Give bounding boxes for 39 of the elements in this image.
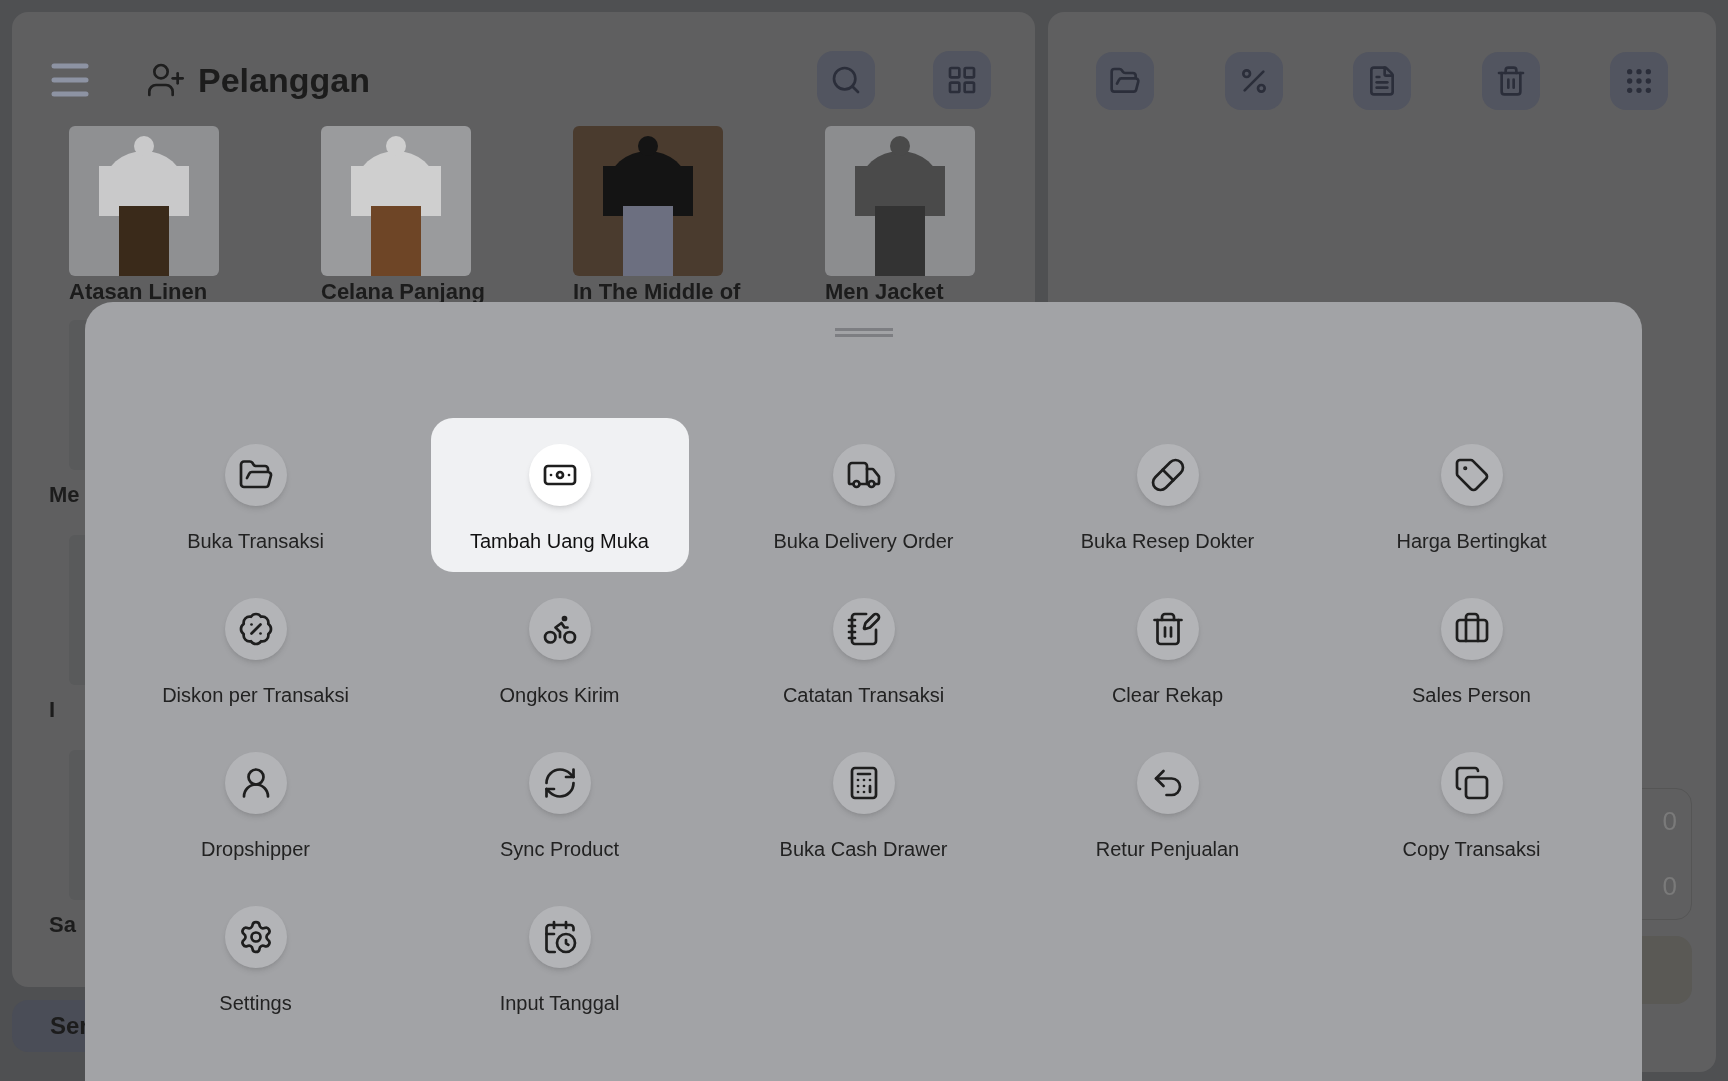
search-button[interactable] — [817, 51, 875, 109]
menu-item[interactable]: Buka Transaksi — [126, 418, 385, 572]
product-name: Celana Panjang — [321, 278, 485, 306]
search-icon — [830, 64, 862, 96]
menu-item[interactable]: Catatan Transaksi — [734, 572, 993, 726]
drag-handle[interactable] — [834, 328, 893, 337]
discount-tag-icon — [237, 611, 274, 647]
menu-item[interactable]: Retur Penjualan — [1038, 726, 1297, 880]
product-name: Men Jacket — [825, 278, 944, 306]
trash-button[interactable] — [1481, 52, 1540, 110]
copy-icon — [1453, 765, 1490, 801]
menu-item[interactable]: Settings — [126, 880, 385, 1034]
menu-item[interactable]: Buka Resep Dokter — [1038, 418, 1297, 572]
scan-icon — [946, 64, 978, 96]
scan-button[interactable] — [933, 51, 991, 109]
menu-item[interactable]: Input Tanggal — [430, 880, 689, 1034]
menu-item[interactable]: Clear Rekap — [1038, 572, 1297, 726]
menu-item[interactable]: Dropshipper — [126, 726, 385, 880]
menu-item[interactable]: Ongkos Kirim — [430, 572, 689, 726]
product-name: In The Middle of — [573, 278, 741, 306]
more-button[interactable] — [1610, 52, 1668, 110]
menu-item[interactable]: Copy Transaksi — [1342, 726, 1601, 880]
note-button[interactable] — [1353, 52, 1411, 110]
menu-item[interactable]: Tambah Uang Muka — [430, 418, 689, 572]
discount-button[interactable] — [1224, 52, 1283, 110]
price-tag-icon — [1453, 457, 1490, 493]
note-icon — [845, 611, 882, 647]
open-folder-button[interactable] — [1096, 52, 1154, 110]
menu-item[interactable]: Sales Person — [1342, 572, 1601, 726]
customer-title: Pelanggan — [198, 59, 370, 101]
menu-item[interactable]: Buka Delivery Order — [734, 418, 993, 572]
product-name: I — [49, 696, 56, 724]
menu-item[interactable]: Buka Cash Drawer — [734, 726, 993, 880]
menu-item[interactable]: Harga Bertingkat — [1342, 418, 1601, 572]
product-name: Sa — [49, 911, 76, 939]
product-name: Me — [49, 481, 80, 509]
product-name: Atasan Linen — [69, 278, 208, 306]
menu-item[interactable]: Diskon per Transaksi — [126, 572, 385, 726]
menu-item[interactable]: Sync Product — [430, 726, 689, 880]
